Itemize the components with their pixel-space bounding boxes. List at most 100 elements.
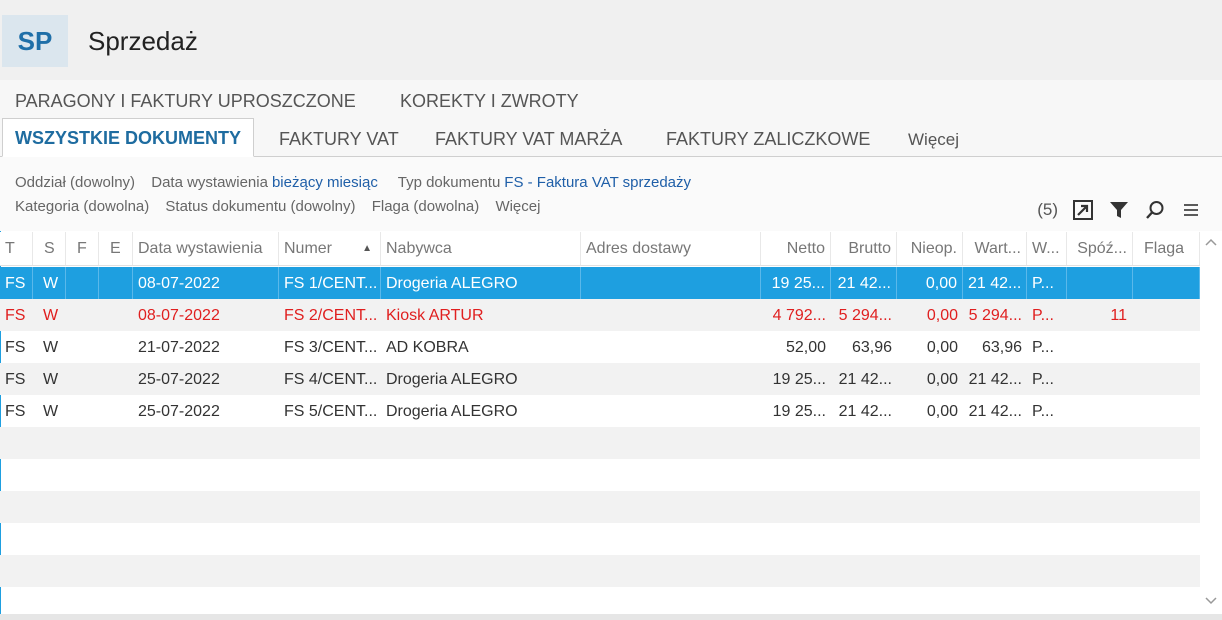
filter-oddzial[interactable]: Oddział (dowolny) xyxy=(15,174,135,191)
col-s[interactable]: S xyxy=(33,232,66,265)
filter-data-value[interactable]: bieżący miesiąc xyxy=(272,174,378,191)
cell-brutto: 63,96 xyxy=(851,339,892,356)
cell-addr xyxy=(581,395,761,427)
filter-icon[interactable] xyxy=(1108,199,1130,221)
col-w[interactable]: W... xyxy=(1027,232,1067,265)
empty-row xyxy=(0,459,1200,491)
page-title: Sprzedaż xyxy=(88,26,198,56)
record-count: (5) xyxy=(1037,200,1058,219)
cell-e xyxy=(99,299,133,331)
grid-header: T S F E Data wystawienia Numer ▲ Nabywca… xyxy=(0,232,1200,266)
cell-addr xyxy=(581,267,761,299)
cell-t: FS xyxy=(5,307,26,324)
col-e[interactable]: E xyxy=(99,232,133,265)
cell-num: FS 1/CENT... xyxy=(279,267,381,299)
cell-buyer: Kiosk ARTUR xyxy=(386,307,484,324)
filter-data-label[interactable]: Data wystawienia xyxy=(151,174,268,191)
cell-date: 21-07-2022 xyxy=(138,339,220,356)
cell-nieop: 0,00 xyxy=(926,307,958,324)
tab-paragony[interactable]: PARAGONY I FAKTURY UPROSZCZONE xyxy=(15,91,356,112)
cell-addr xyxy=(581,331,761,363)
col-netto[interactable]: Netto xyxy=(761,232,831,265)
cell-brutto: 21 42... xyxy=(831,267,897,299)
cell-flaga xyxy=(1133,395,1200,427)
cell-f xyxy=(66,363,99,395)
search-icon[interactable] xyxy=(1144,199,1166,221)
vertical-scrollbar[interactable] xyxy=(1200,232,1222,614)
col-numer[interactable]: Numer ▲ xyxy=(279,232,381,265)
cell-netto: 19 25... xyxy=(772,403,826,420)
cell-e xyxy=(99,331,133,363)
tab-faktury-zaliczkowe[interactable]: FAKTURY ZALICZKOWE xyxy=(666,129,870,150)
cell-date: 08-07-2022 xyxy=(138,307,220,324)
cell-wart: 21 42... xyxy=(968,371,1022,388)
menu-icon[interactable] xyxy=(1180,199,1202,221)
cell-buyer: Drogeria ALEGRO xyxy=(386,371,518,388)
cell-flaga xyxy=(1133,267,1200,299)
cell-spoz xyxy=(1067,395,1133,427)
cell-w: P... xyxy=(1032,403,1054,420)
cell-s: W xyxy=(43,339,59,356)
cell-num: FS 3/CENT... xyxy=(284,339,378,356)
table-row[interactable]: FS W 21-07-2022 FS 3/CENT... AD KOBRA 52,00 63… xyxy=(0,331,1200,363)
cell-f xyxy=(66,299,99,331)
scroll-up-icon[interactable] xyxy=(1205,237,1217,249)
cell-brutto: 5 294... xyxy=(838,307,892,324)
cell-wart: 21 42... xyxy=(968,403,1022,420)
horizontal-scroll-track xyxy=(0,614,1222,620)
cell-f xyxy=(66,395,99,427)
tab-wszystkie-dokumenty[interactable]: WSZYSTKIE DOKUMENTY xyxy=(2,118,255,157)
col-nieop[interactable]: Nieop. xyxy=(897,232,963,265)
cell-t: FS xyxy=(0,267,33,299)
cell-flaga xyxy=(1133,299,1200,331)
col-nabywca[interactable]: Nabywca xyxy=(381,232,581,265)
filter-status[interactable]: Status dokumentu (dowolny) xyxy=(165,198,355,215)
cell-flaga xyxy=(1133,331,1200,363)
cell-buyer: Drogeria ALEGRO xyxy=(386,403,518,420)
cell-date: 25-07-2022 xyxy=(138,403,220,420)
cell-nieop: 0,00 xyxy=(897,267,963,299)
cell-addr xyxy=(581,299,761,331)
table-row[interactable]: FS W 25-07-2022 FS 5/CENT... Drogeria ALEGRO… xyxy=(0,395,1200,427)
cell-wart: 63,96 xyxy=(981,339,1022,356)
filter-row-1: Oddział (dowolny) Data wystawienia bieżąc… xyxy=(15,174,691,191)
filter-wiecej[interactable]: Więcej xyxy=(495,198,540,215)
cell-t: FS xyxy=(5,339,26,356)
filter-kategoria[interactable]: Kategoria (dowolna) xyxy=(15,198,149,215)
export-icon[interactable] xyxy=(1072,199,1094,221)
cell-brutto: 21 42... xyxy=(838,371,892,388)
scroll-down-icon[interactable] xyxy=(1205,594,1217,606)
table-row[interactable]: FS W 08-07-2022 FS 2/CENT... Kiosk ARTUR 4 79… xyxy=(0,299,1200,331)
col-t[interactable]: T xyxy=(0,232,33,265)
col-data-wystawienia[interactable]: Data wystawienia xyxy=(133,232,279,265)
col-f[interactable]: F xyxy=(66,232,99,265)
cell-buyer: Drogeria ALEGRO xyxy=(381,267,581,299)
cell-s: W xyxy=(43,403,59,420)
cell-spoz: 11 xyxy=(1110,307,1127,324)
cell-w: P... xyxy=(1032,371,1054,388)
col-wartosc[interactable]: Wart... xyxy=(963,232,1027,265)
tab-faktury-vat[interactable]: FAKTURY VAT xyxy=(279,129,399,150)
table-row[interactable]: FS W 25-07-2022 FS 4/CENT... Drogeria ALEGRO… xyxy=(0,363,1200,395)
empty-row xyxy=(0,491,1200,523)
module-badge: SP xyxy=(2,15,68,67)
tab-row-2: WSZYSTKIE DOKUMENTY FAKTURY VAT FAKTURY … xyxy=(0,118,1222,157)
table-row[interactable]: FS W 08-07-2022 FS 1/CENT... Drogeria ALEGRO… xyxy=(0,267,1200,299)
filter-typ-label[interactable]: Typ dokumentu xyxy=(398,174,501,191)
col-adres-dostawy[interactable]: Adres dostawy xyxy=(581,232,761,265)
col-brutto[interactable]: Brutto xyxy=(831,232,897,265)
col-flaga[interactable]: Flaga xyxy=(1133,232,1200,265)
cell-spoz xyxy=(1067,331,1133,363)
filter-typ-value[interactable]: FS - Faktura VAT sprzedaży xyxy=(504,174,691,191)
grid-toolbar: (5) xyxy=(1037,197,1202,223)
cell-nieop: 0,00 xyxy=(926,371,958,388)
filter-flaga[interactable]: Flaga (dowolna) xyxy=(372,198,480,215)
tab-faktury-vat-marza[interactable]: FAKTURY VAT MARŻA xyxy=(435,129,622,150)
tab-korekty[interactable]: KOREKTY I ZWROTY xyxy=(400,91,579,112)
cell-date: 08-07-2022 xyxy=(133,267,279,299)
col-spoznienie[interactable]: Spóź... xyxy=(1067,232,1133,265)
cell-netto: 19 25... xyxy=(761,267,831,299)
tab-wiecej[interactable]: Więcej xyxy=(908,130,959,150)
cell-num: FS 5/CENT... xyxy=(284,403,378,420)
cell-flaga xyxy=(1133,363,1200,395)
